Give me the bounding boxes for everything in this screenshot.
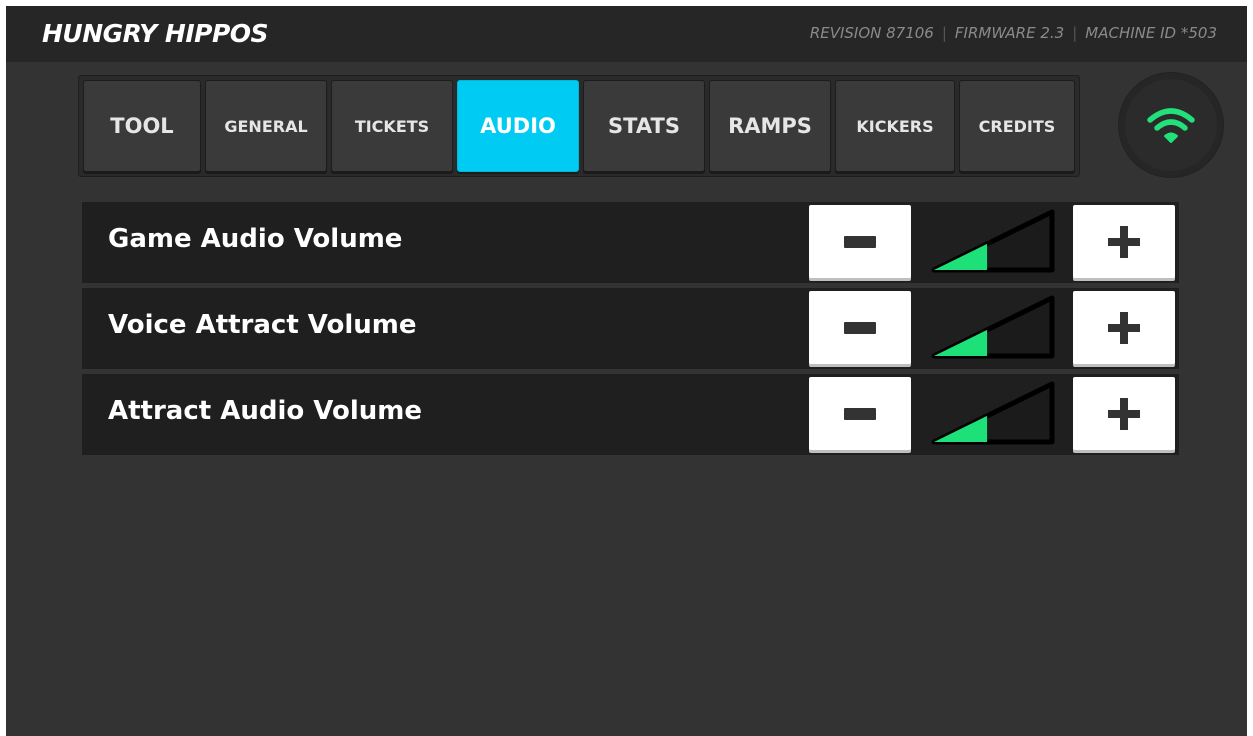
tab-credits[interactable]: CREDITS xyxy=(959,80,1075,172)
decrease-button[interactable] xyxy=(809,205,911,278)
setting-label: Voice Attract Volume xyxy=(108,310,417,340)
wifi-icon xyxy=(1147,108,1195,143)
plus-icon xyxy=(1108,311,1140,344)
tab-label: GENERAL xyxy=(224,116,308,136)
increase-button[interactable] xyxy=(1073,205,1175,278)
tab-tool[interactable]: TOOL xyxy=(83,80,201,172)
settings-screen: HUNGRY HIPPOS REVISION 87106 | FIRMWARE 2.… xyxy=(6,6,1247,736)
app-title: HUNGRY HIPPOS xyxy=(42,19,269,48)
tab-kickers[interactable]: KICKERS xyxy=(835,80,955,172)
decrease-button[interactable] xyxy=(809,377,911,450)
minus-icon xyxy=(844,407,876,420)
setting-row-voice-attract: Voice Attract Volume xyxy=(82,288,1179,369)
header-bar: HUNGRY HIPPOS REVISION 87106 | FIRMWARE 2.… xyxy=(6,6,1247,62)
tab-audio[interactable]: AUDIO xyxy=(457,80,579,172)
separator: | xyxy=(941,24,947,42)
separator: | xyxy=(1072,24,1078,42)
tab-stats[interactable]: STATS xyxy=(583,80,705,172)
decrease-button[interactable] xyxy=(809,291,911,364)
setting-row-game-audio: Game Audio Volume xyxy=(82,202,1179,283)
tab-label: AUDIO xyxy=(480,114,556,138)
setting-row-attract-audio: Attract Audio Volume xyxy=(82,374,1179,455)
volume-meter xyxy=(931,209,1055,273)
volume-meter xyxy=(931,295,1055,359)
machine-id-label: MACHINE ID *503 xyxy=(1085,24,1217,42)
minus-icon xyxy=(844,235,876,248)
tab-label: TICKETS xyxy=(354,116,430,136)
wifi-button[interactable] xyxy=(1119,73,1223,177)
tab-label: STATS xyxy=(608,114,680,138)
tab-label: CREDITS xyxy=(978,116,1056,136)
tab-label: KICKERS xyxy=(856,116,934,136)
revision-label: REVISION 87106 xyxy=(809,24,934,42)
tab-general[interactable]: GENERAL xyxy=(205,80,327,172)
tab-ramps[interactable]: RAMPS xyxy=(709,80,831,172)
plus-icon xyxy=(1108,225,1140,258)
plus-icon xyxy=(1108,397,1140,430)
firmware-label: FIRMWARE 2.3 xyxy=(954,24,1065,42)
machine-info: REVISION 87106 | FIRMWARE 2.3 | MACHINE ID *… xyxy=(810,24,1217,42)
minus-icon xyxy=(844,321,876,334)
setting-label: Attract Audio Volume xyxy=(108,396,423,426)
volume-meter xyxy=(931,381,1055,445)
tab-label: TOOL xyxy=(110,114,174,138)
setting-label: Game Audio Volume xyxy=(108,224,403,254)
tab-label: RAMPS xyxy=(728,114,812,138)
increase-button[interactable] xyxy=(1073,377,1175,450)
increase-button[interactable] xyxy=(1073,291,1175,364)
tab-bar: TOOL GENERAL TICKETS AUDIO STATS RAMPS K… xyxy=(78,75,1080,177)
tab-tickets[interactable]: TICKETS xyxy=(331,80,453,172)
